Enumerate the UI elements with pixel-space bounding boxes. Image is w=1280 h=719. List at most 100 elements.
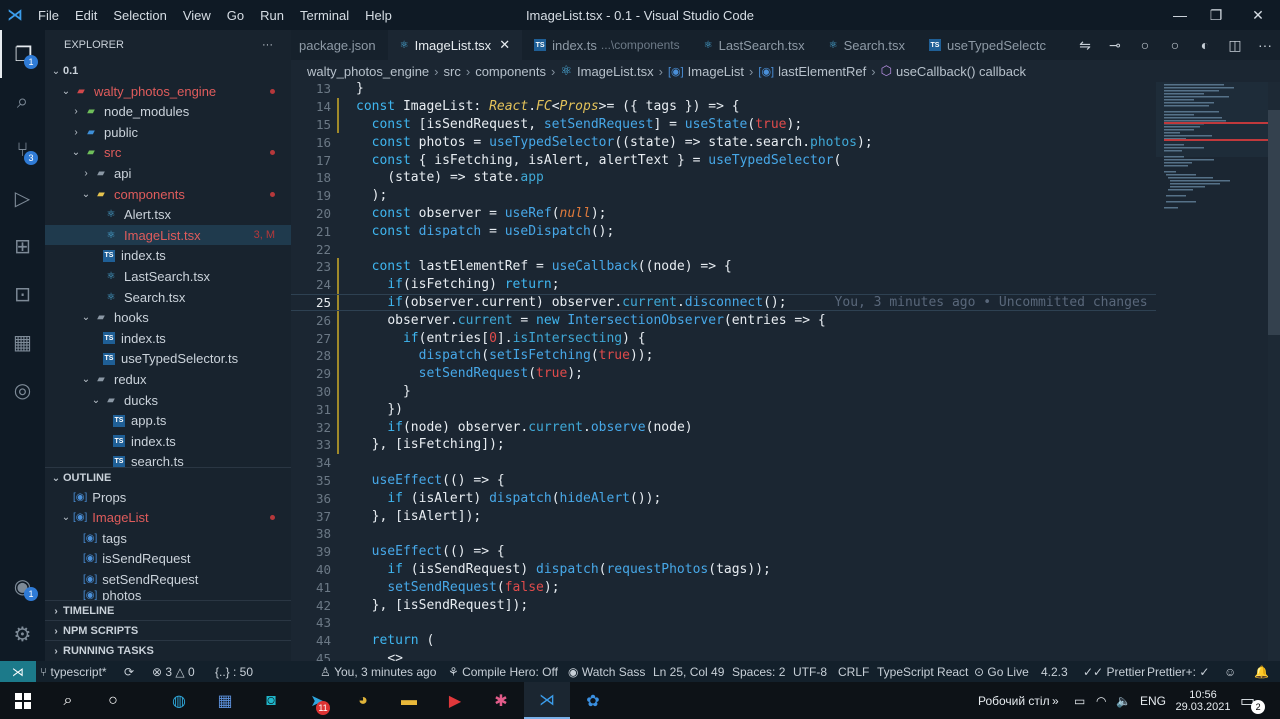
code-line[interactable]: 19 ); (291, 187, 1156, 205)
timeline-icon[interactable]: ◐ (1190, 37, 1220, 53)
settings-gear-icon[interactable]: ⚙ (0, 610, 45, 658)
menu-terminal[interactable]: Terminal (292, 8, 357, 23)
tree-file[interactable]: ⚛ LastSearch.tsx (45, 266, 291, 286)
problems-status[interactable]: ⊗ 3 △ 0 (152, 661, 195, 682)
notifications-bell-icon[interactable]: 🔔 (1254, 661, 1269, 682)
encoding-status[interactable]: UTF-8 (793, 661, 827, 682)
code-line[interactable]: 15 const [isSendRequest, setSendRequest]… (291, 115, 1156, 134)
split-editor-icon[interactable]: ◫ (1220, 37, 1250, 54)
explorer-icon[interactable]: ❐ 1 (0, 30, 45, 78)
workspace-root[interactable]: ⌄ 0.1 (45, 61, 291, 81)
code-line[interactable]: 34 (291, 454, 1156, 472)
docker-icon[interactable]: ▦ (0, 318, 45, 366)
menu-go[interactable]: Go (219, 8, 252, 23)
code-line[interactable]: 22 (291, 240, 1156, 258)
task-view-icon[interactable]: ○ (90, 682, 136, 719)
code-line[interactable]: 43 (291, 614, 1156, 632)
cursor-position[interactable]: Ln 25, Col 49 (653, 661, 724, 682)
menu-run[interactable]: Run (252, 8, 292, 23)
editor-tab[interactable]: ⚛ Search.tsx (817, 30, 917, 60)
chrome-icon[interactable]: ◕ (340, 682, 386, 719)
compare-icon[interactable]: ⇋ (1070, 37, 1100, 54)
more-actions-icon[interactable]: ··· (262, 39, 273, 51)
breadcrumb-item[interactable]: ImageList (688, 64, 744, 79)
desktop-label[interactable]: Робочий стіл (978, 682, 1050, 719)
git-commit-icon[interactable]: ⊸ (1100, 37, 1130, 54)
code-line[interactable]: 40 if (isSendRequest) dispatch(requestPh… (291, 561, 1156, 579)
outline-item[interactable]: [◉] isSendRequest (45, 549, 291, 569)
battery-icon[interactable]: ▭ (1074, 682, 1085, 719)
selection-status[interactable]: {..} : 50 (215, 661, 253, 682)
code-line[interactable]: 24 if(isFetching) return; (291, 275, 1156, 294)
outline-item[interactable]: [◉] setSendRequest (45, 569, 291, 589)
menu-edit[interactable]: Edit (67, 8, 105, 23)
breadcrumb-item[interactable]: lastElementRef (778, 64, 866, 79)
sync-icon[interactable]: ⟳ (124, 661, 134, 682)
code-line[interactable]: 21 const dispatch = useDispatch(); (291, 222, 1156, 240)
gitlens-icon[interactable]: ◎ (0, 366, 45, 414)
code-line[interactable]: 31 }) (291, 400, 1156, 419)
file-explorer-icon[interactable]: ▬ (386, 682, 432, 719)
code-line[interactable]: 28 dispatch(setIsFetching(true)); (291, 347, 1156, 365)
editor-scrollbar-thumb[interactable] (1268, 110, 1280, 335)
app-icon[interactable]: ✿ (570, 682, 616, 719)
code-line[interactable]: 26 observer.current = new IntersectionOb… (291, 311, 1156, 330)
tree-file[interactable]: TS index.ts (45, 431, 291, 451)
code-line[interactable]: 33 }, [isFetching]); (291, 436, 1156, 454)
code-line[interactable]: 13} (291, 82, 1156, 98)
prettier-plus-status[interactable]: Prettier+: ✓ (1147, 661, 1209, 682)
code-line[interactable]: 36 if (isAlert) dispatch(hideAlert()); (291, 489, 1156, 507)
go-live-status[interactable]: ⊙ Go Live (974, 661, 1029, 682)
code-line[interactable]: 41 setSendRequest(false); (291, 578, 1156, 596)
code-line[interactable]: 39 useEffect(() => { (291, 543, 1156, 561)
source-control-icon[interactable]: ⑂ 3 (0, 126, 45, 174)
outline-item[interactable]: ⌄ [◉] ImageList (45, 508, 291, 528)
npm-scripts-panel-header[interactable]: › NPM SCRIPTS (45, 620, 291, 641)
outline-item[interactable]: [◉] Props (45, 487, 291, 507)
tree-file[interactable]: TS app.ts (45, 411, 291, 431)
tree-file[interactable]: ⚛ Search.tsx (45, 287, 291, 307)
breadcrumb-item[interactable]: walty_photos_engine (307, 64, 429, 79)
volume-icon[interactable]: 🔈 (1116, 682, 1131, 719)
tree-folder[interactable]: ⌄ ▰ redux (45, 369, 291, 389)
code-line[interactable]: 27 if(entries[0].isIntersecting) { (291, 329, 1156, 347)
tree-file[interactable]: TS index.ts (45, 246, 291, 266)
timeline-panel-header[interactable]: › TIMELINE (45, 600, 291, 621)
tree-folder[interactable]: ⌄ ▰ components (45, 184, 291, 204)
code-line[interactable]: 30 } (291, 382, 1156, 401)
breadcrumb-item[interactable]: components (475, 64, 546, 79)
editor-tab[interactable]: package.json (291, 30, 388, 60)
edge-browser-icon[interactable]: ◍ (156, 682, 202, 719)
indentation-status[interactable]: Spaces: 2 (732, 661, 785, 682)
code-line[interactable]: 25 if(observer.current) observer.current… (291, 293, 1156, 312)
code-line[interactable]: 20 const observer = useRef(null); (291, 205, 1156, 223)
code-line[interactable]: 23 const lastElementRef = useCallback((n… (291, 258, 1156, 276)
outline-item[interactable]: [◉] tags (45, 528, 291, 548)
input-language[interactable]: ENG (1140, 682, 1166, 719)
close-icon[interactable]: ✕ (1238, 0, 1278, 30)
wifi-icon[interactable]: ◠ (1096, 682, 1106, 719)
code-line[interactable]: 18 (state) => state.app (291, 169, 1156, 187)
code-line[interactable]: 42 }, [isSendRequest]); (291, 596, 1156, 614)
telegram-icon[interactable]: ➤ 11 (294, 682, 340, 719)
git-prev-icon[interactable]: ○ (1130, 37, 1160, 53)
code-line[interactable]: 14 const ImageList: React.FC<Props>= ({ t… (291, 97, 1156, 116)
code-line[interactable]: 44 return ( (291, 632, 1156, 650)
extensions-icon[interactable]: ⊞ (0, 222, 45, 270)
tree-folder[interactable]: ⌄ ▰ src (45, 143, 291, 163)
breadcrumb-item[interactable]: ImageList.tsx (577, 64, 654, 79)
code-line[interactable]: 45 <> (291, 650, 1156, 661)
minimize-icon[interactable]: — (1160, 0, 1200, 30)
code-line[interactable]: 32 if(node) observer.current.observe(nod… (291, 418, 1156, 436)
accounts-icon[interactable]: ◉ 1 (0, 562, 45, 610)
tree-folder[interactable]: › ▰ public (45, 122, 291, 142)
tree-file[interactable]: ⚛ ImageList.tsx 3, M (45, 225, 291, 246)
watch-sass-status[interactable]: ◉ Watch Sass (568, 661, 645, 682)
taskbar-search-icon[interactable]: ⌕ (45, 682, 91, 719)
ts-version[interactable]: 4.2.3 (1041, 661, 1068, 682)
maximize-icon[interactable]: ❐ (1196, 0, 1236, 30)
search-icon[interactable]: ⌕ (0, 78, 45, 126)
editor-tab[interactable]: TS useTypedSelectc (917, 30, 1058, 60)
branch-status[interactable]: ⑂ typescript* (40, 661, 107, 682)
tree-folder[interactable]: ⌄ ▰ hooks (45, 308, 291, 328)
